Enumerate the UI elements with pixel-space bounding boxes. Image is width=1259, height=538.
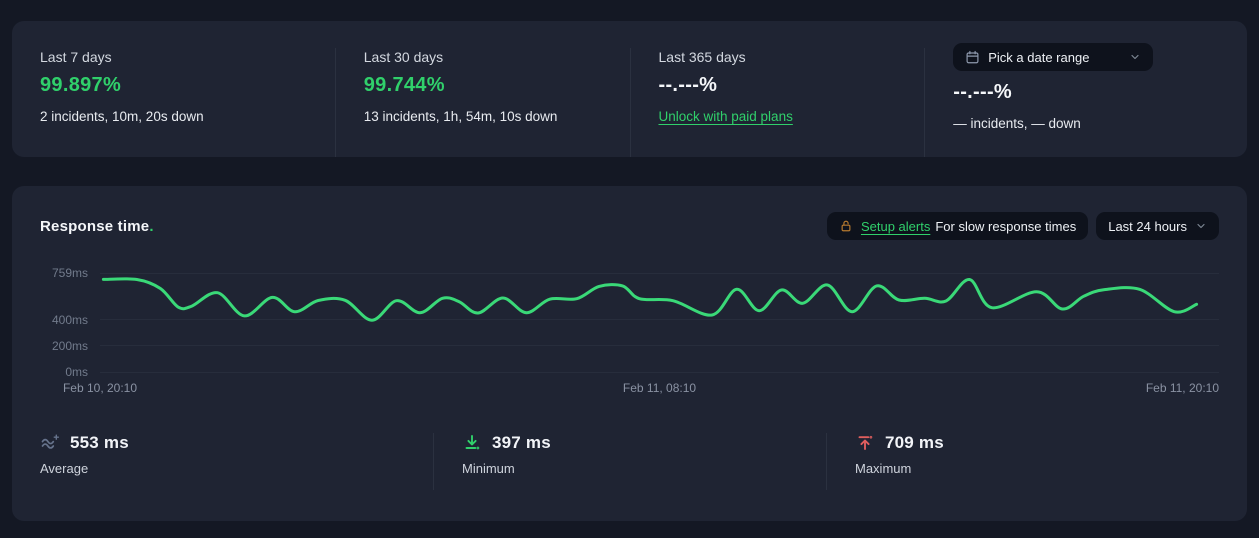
y-tick-label: 400ms [51, 312, 88, 327]
stat-value-row: 397 ms [462, 433, 826, 453]
response-time-title-text: Response time [40, 217, 150, 235]
x-axis-label: Feb 11, 08:10 [622, 381, 697, 395]
response-time-line [101, 277, 1199, 322]
card-label: Last 7 days [40, 49, 112, 65]
stat-value-row: 709 ms [855, 433, 1219, 453]
uptime-card-last-30-days: Last 30 days 99.744% 13 incidents, 1h, 5… [334, 48, 630, 157]
response-time-plot [100, 272, 1219, 373]
y-axis-labels: 759ms 400ms 200ms 0ms [40, 266, 100, 379]
card-label: Last 30 days [363, 49, 444, 65]
arrow-down-to-line-icon [462, 433, 482, 453]
time-range-label: Last 24 hours [1108, 218, 1187, 234]
stat-minimum: 397 ms Minimum [433, 433, 826, 490]
stat-label: Minimum [462, 461, 515, 476]
x-axis-label: Feb 11, 20:10 [1145, 381, 1219, 395]
y-tick-label: 200ms [51, 338, 88, 353]
date-range-picker-button[interactable]: Pick a date range [953, 43, 1154, 71]
average-value: 553 ms [70, 433, 129, 452]
incidents-detail: — incidents, — down [953, 116, 1081, 131]
uptime-card-custom-range: Pick a date range --.---% — incidents, —… [924, 43, 1219, 157]
title-accent-dot: . [149, 217, 154, 235]
response-time-panel: Response time. Setup alerts For slow res… [12, 186, 1247, 521]
uptime-overview-panel: Last 7 days 99.897% 2 incidents, 10m, 20… [12, 21, 1247, 157]
chevron-down-icon [1195, 220, 1207, 232]
stat-maximum: 709 ms Maximum [826, 433, 1219, 490]
uptime-dashboard-page: Last 7 days 99.897% 2 incidents, 10m, 20… [0, 0, 1259, 521]
x-axis-label: Feb 10, 20:10 [62, 381, 138, 395]
uptime-percentage: 99.744% [363, 74, 445, 96]
average-wave-icon [40, 433, 60, 453]
chevron-down-icon [1129, 51, 1141, 63]
incidents-detail: 13 incidents, 1h, 54m, 10s down [363, 109, 558, 124]
uptime-card-last-365-days: Last 365 days --.---% Unlock with paid p… [629, 48, 925, 157]
date-range-picker-label: Pick a date range [988, 49, 1090, 65]
setup-alerts-description: For slow response times [935, 218, 1077, 234]
y-tick-label: 0ms [65, 365, 88, 379]
uptime-percentage-locked: --.---% [658, 74, 718, 96]
minimum-value: 397 ms [492, 433, 551, 452]
stat-label: Maximum [855, 461, 912, 476]
stat-average: 553 ms Average [40, 433, 433, 490]
response-time-title: Response time. [40, 218, 154, 235]
stat-label: Average [40, 461, 89, 476]
maximum-value: 709 ms [885, 433, 944, 452]
response-time-chart: 759ms 400ms 200ms 0ms [40, 266, 1219, 379]
stat-value-row: 553 ms [40, 433, 433, 453]
time-range-select[interactable]: Last 24 hours [1096, 212, 1219, 240]
arrow-up-from-line-icon [855, 433, 875, 453]
uptime-card-last-7-days: Last 7 days 99.897% 2 incidents, 10m, 20… [40, 48, 335, 157]
response-time-header: Response time. Setup alerts For slow res… [40, 212, 1219, 240]
response-time-stats: 553 ms Average 397 ms Minimum 709 ms Max… [40, 433, 1219, 490]
x-axis-labels: Feb 10, 20:10 Feb 11, 08:10 Feb 11, 20:1… [63, 381, 1219, 397]
setup-alerts-pill: Setup alerts For slow response times [826, 212, 1089, 240]
calendar-icon [965, 50, 980, 65]
uptime-percentage: 99.897% [40, 74, 122, 96]
card-label: Last 365 days [658, 49, 746, 65]
response-header-actions: Setup alerts For slow response times Las… [826, 212, 1219, 240]
uptime-percentage-locked: --.---% [953, 81, 1012, 103]
lock-icon [839, 219, 853, 233]
y-tick-label: 759ms [51, 266, 88, 280]
unlock-paid-plans-link[interactable]: Unlock with paid plans [659, 108, 793, 125]
setup-alerts-link[interactable]: Setup alerts [861, 219, 930, 234]
incidents-detail: 2 incidents, 10m, 20s down [40, 109, 204, 124]
